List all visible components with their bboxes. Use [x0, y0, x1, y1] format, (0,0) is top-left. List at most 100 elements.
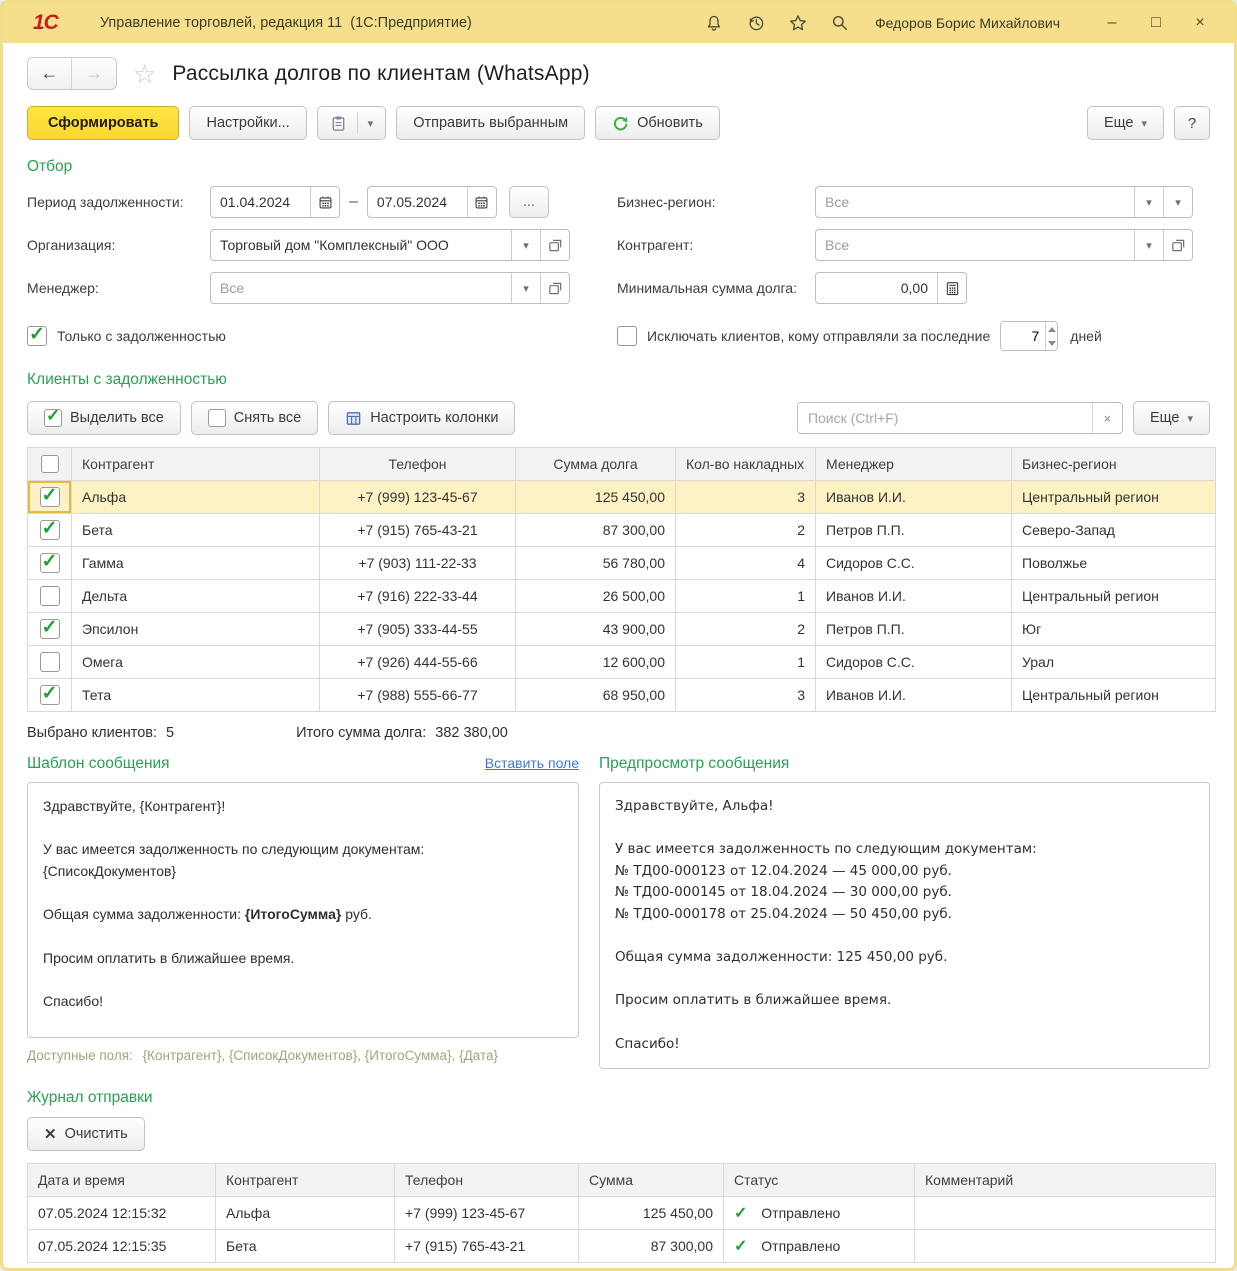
select-all-button[interactable]: Выделить все	[27, 401, 181, 435]
clear-all-button[interactable]: Снять все	[191, 401, 318, 435]
chevron-down-icon: ▾	[1187, 412, 1193, 425]
table-row[interactable]: Гамма +7 (903) 111-22-33 56 780,00 4 Сид…	[28, 547, 1216, 580]
log-section-title: Журнал отправки	[27, 1089, 1210, 1107]
status-text: Отправлено	[761, 1205, 840, 1221]
period-more-button[interactable]: ...	[509, 186, 549, 218]
send-selected-button[interactable]: Отправить выбранным	[396, 106, 585, 140]
user-name[interactable]: Федоров Борис Михайлович	[875, 15, 1060, 31]
column-header[interactable]: Телефон	[320, 448, 516, 481]
preview-column: Предпросмотр сообщения Здравствуйте, Аль…	[599, 755, 1210, 1069]
period-from-input[interactable]	[211, 187, 310, 217]
clear-log-button[interactable]: ✕ Очистить	[27, 1117, 145, 1151]
chevron-down-icon[interactable]: ▾	[1134, 230, 1163, 260]
row-checkbox[interactable]	[40, 586, 60, 606]
cell-manager: Сидоров С.С.	[816, 547, 1012, 580]
help-button[interactable]: ?	[1174, 106, 1210, 140]
chevron-down-icon[interactable]: ▾	[1134, 187, 1163, 217]
search-icon[interactable]	[823, 9, 857, 37]
settings-button[interactable]: Настройки...	[189, 106, 306, 140]
paste-dropdown-button[interactable]: ▾	[317, 106, 387, 140]
row-checkbox[interactable]	[40, 487, 60, 507]
refresh-button[interactable]: Обновить	[595, 106, 720, 140]
message-template-textarea[interactable]: Здравствуйте, {Контрагент}! У вас имеетс…	[27, 782, 579, 1038]
filter-section-title: Отбор	[27, 158, 1210, 176]
calculator-icon[interactable]	[937, 273, 966, 303]
preview-section-title: Предпросмотр сообщения	[599, 755, 789, 773]
cell-invoices: 2	[676, 613, 816, 646]
more-label: Еще	[1104, 115, 1134, 131]
configure-columns-button[interactable]: Настроить колонки	[328, 401, 515, 435]
column-header[interactable]: Кол-во накладных	[676, 448, 816, 481]
row-checkbox[interactable]	[40, 619, 60, 639]
insert-field-link[interactable]: Вставить поле	[485, 755, 579, 771]
table-row[interactable]: Омега +7 (926) 444-55-66 12 600,00 1 Сид…	[28, 646, 1216, 679]
chevron-down-icon[interactable]: ▾	[511, 230, 540, 260]
column-header[interactable]: Комментарий	[915, 1164, 1216, 1197]
column-header[interactable]: Менеджер	[816, 448, 1012, 481]
period-to-input[interactable]	[368, 187, 467, 217]
search-input[interactable]	[798, 403, 1092, 433]
exclude-days-input[interactable]	[1001, 322, 1045, 350]
column-header[interactable]: Контрагент	[216, 1164, 395, 1197]
cell-debt: 125 450,00	[516, 481, 676, 514]
forward-button[interactable]: →	[72, 58, 116, 89]
row-checkbox[interactable]	[40, 553, 60, 573]
cell-manager: Иванов И.И.	[816, 481, 1012, 514]
filter-form: Период задолженности: – ...	[27, 186, 1210, 363]
stepper-down-icon[interactable]	[1046, 336, 1057, 350]
clients-more-button[interactable]: Еще ▾	[1133, 401, 1210, 435]
maximize-button[interactable]: □	[1138, 9, 1174, 37]
stepper-up-icon[interactable]	[1046, 322, 1057, 336]
close-button[interactable]: ×	[1182, 9, 1218, 37]
column-header[interactable]: Сумма долга	[516, 448, 676, 481]
select-all-header-checkbox[interactable]	[41, 455, 59, 473]
column-header[interactable]: Статус	[724, 1164, 915, 1197]
column-header[interactable]: Сумма	[579, 1164, 724, 1197]
table-row[interactable]: Бета +7 (915) 765-43-21 87 300,00 2 Петр…	[28, 514, 1216, 547]
exclude-recent-checkbox[interactable]	[617, 326, 637, 346]
favorites-star-icon[interactable]	[781, 9, 815, 37]
more-button[interactable]: Еще ▾	[1087, 106, 1164, 140]
manager-input[interactable]	[211, 273, 511, 303]
cell-datetime: 07.05.2024 12:15:35	[28, 1230, 216, 1263]
calendar-icon[interactable]	[467, 187, 496, 217]
columns-grid-icon	[345, 410, 362, 427]
cell-region: Поволжье	[1012, 547, 1216, 580]
min-debt-input[interactable]	[816, 273, 937, 303]
chevron-down-icon[interactable]: ▾	[1163, 187, 1192, 217]
row-checkbox[interactable]	[40, 652, 60, 672]
region-label: Бизнес-регион:	[617, 194, 815, 210]
history-icon[interactable]	[739, 9, 773, 37]
favorite-page-star-icon[interactable]: ☆	[133, 61, 156, 87]
counterparty-input[interactable]	[816, 230, 1134, 260]
back-button[interactable]: ←	[28, 58, 72, 89]
notifications-bell-icon[interactable]	[697, 9, 731, 37]
column-header[interactable]: Дата и время	[28, 1164, 216, 1197]
table-row[interactable]: 07.05.2024 12:15:32 Альфа +7 (999) 123-4…	[28, 1197, 1216, 1230]
organization-input[interactable]	[211, 230, 511, 260]
cell-name: Бета	[72, 514, 320, 547]
region-input[interactable]	[816, 187, 1134, 217]
table-row[interactable]: Альфа +7 (999) 123-45-67 125 450,00 3 Ив…	[28, 481, 1216, 514]
cell-region: Урал	[1012, 646, 1216, 679]
selected-count-value: 5	[166, 725, 174, 741]
min-debt-field	[815, 272, 967, 304]
minimize-button[interactable]: –	[1094, 9, 1130, 37]
generate-button[interactable]: Сформировать	[27, 106, 179, 140]
chevron-down-icon[interactable]: ▾	[511, 273, 540, 303]
calendar-icon[interactable]	[310, 187, 339, 217]
row-checkbox[interactable]	[40, 520, 60, 540]
table-row[interactable]: Эпсилон +7 (905) 333-44-55 43 900,00 2 П…	[28, 613, 1216, 646]
open-item-icon[interactable]	[540, 230, 569, 260]
column-header[interactable]: Бизнес-регион	[1012, 448, 1216, 481]
open-item-icon[interactable]	[540, 273, 569, 303]
clear-search-icon[interactable]: ×	[1092, 403, 1122, 433]
table-row[interactable]: Тета +7 (988) 555-66-77 68 950,00 3 Иван…	[28, 679, 1216, 712]
column-header[interactable]: Контрагент	[72, 448, 320, 481]
open-item-icon[interactable]	[1163, 230, 1192, 260]
table-row[interactable]: 07.05.2024 12:15:35 Бета +7 (915) 765-43…	[28, 1230, 1216, 1263]
column-header[interactable]: Телефон	[395, 1164, 579, 1197]
table-row[interactable]: Дельта +7 (916) 222-33-44 26 500,00 1 Ив…	[28, 580, 1216, 613]
row-checkbox[interactable]	[40, 685, 60, 705]
only-debt-checkbox[interactable]	[27, 326, 47, 346]
